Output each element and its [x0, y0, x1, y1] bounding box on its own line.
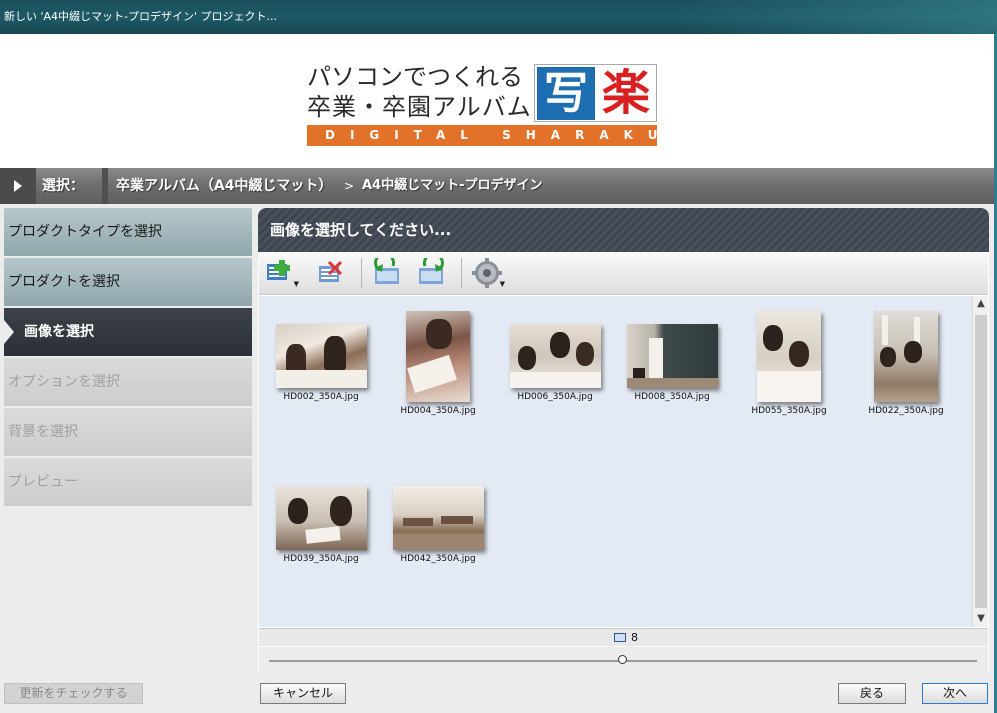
play-arrow-icon: [14, 180, 22, 192]
logo-mark-left: 写: [537, 67, 595, 120]
image-preview: [874, 311, 938, 402]
toolbar-separator: [361, 258, 362, 288]
scroll-down-icon[interactable]: ▼: [973, 611, 989, 627]
image-thumbnail[interactable]: HD006_350A.jpg: [500, 324, 610, 402]
remove-image-icon: [319, 260, 343, 282]
image-grid-scrollbar[interactable]: ▲ ▼: [972, 296, 988, 627]
image-preview: [509, 324, 601, 388]
rotate-right-icon: [419, 252, 444, 284]
header-banner: パソコンでつくれる 卒業・卒園アルバム 写 楽 DIGITAL SHARAKU: [0, 34, 994, 168]
rotate-right-button[interactable]: [415, 252, 449, 288]
breadcrumb-toggle[interactable]: [0, 168, 36, 204]
step-label: 背景を選択: [8, 424, 78, 440]
step-product[interactable]: プロダクトを選択: [4, 258, 252, 306]
image-preview: [757, 311, 821, 402]
window-title-bar[interactable]: 新しい 'A4中綴じマット-プロデザイン' プロジェクト...: [0, 0, 997, 34]
rotate-left-icon: [374, 252, 399, 284]
remove-image-button[interactable]: [315, 258, 349, 288]
image-filename: HD055_350A.jpg: [751, 406, 827, 416]
image-thumbnail[interactable]: HD004_350A.jpg: [383, 311, 493, 416]
step-label: 画像を選択: [24, 324, 94, 340]
step-label: オプションを選択: [8, 374, 120, 390]
image-count-icon: [614, 633, 626, 642]
step-sidebar: プロダクトタイプを選択 プロダクトを選択 画像を選択 オプションを選択 背景を選…: [4, 208, 252, 508]
next-button[interactable]: 次へ: [922, 683, 988, 704]
zoom-slider-knob[interactable]: [618, 655, 627, 664]
logo-mark-right: 楽: [601, 65, 650, 121]
toolbar-separator: [461, 258, 462, 288]
image-filename: HD042_350A.jpg: [400, 554, 476, 564]
image-preview: [392, 486, 484, 550]
image-filename: HD006_350A.jpg: [517, 392, 593, 402]
image-preview: [275, 486, 367, 550]
logo-line2: 卒業・卒園アルバム: [307, 93, 532, 121]
breadcrumb-item-design: A4中綴じマット-プロデザイン: [362, 178, 543, 193]
image-thumbnail[interactable]: HD039_350A.jpg: [266, 486, 376, 564]
step-label: プレビュー: [8, 474, 78, 490]
image-thumbnail[interactable]: HD042_350A.jpg: [383, 486, 493, 564]
step-images[interactable]: 画像を選択: [4, 308, 252, 356]
step-background: 背景を選択: [4, 408, 252, 456]
back-button[interactable]: 戻る: [838, 683, 906, 704]
breadcrumb: 選択： 卒業アルバム（A4中綴じマット） > A4中綴じマット-プロデザイン: [0, 168, 994, 204]
panel-title: 画像を選択してください...: [258, 208, 989, 252]
logo-text: パソコンでつくれる 卒業・卒園アルバム: [307, 62, 532, 122]
image-filename: HD004_350A.jpg: [400, 406, 476, 416]
image-thumbnail[interactable]: HD002_350A.jpg: [266, 324, 376, 402]
scrollbar-thumb[interactable]: [975, 315, 987, 608]
logo-line1: パソコンでつくれる: [307, 63, 523, 91]
scroll-up-icon[interactable]: ▲: [973, 296, 989, 312]
add-images-button[interactable]: ▼: [265, 258, 299, 288]
image-thumbnail[interactable]: HD022_350A.jpg: [851, 311, 961, 416]
step-product-type[interactable]: プロダクトタイプを選択: [4, 208, 252, 256]
image-thumbnail[interactable]: HD008_350A.jpg: [617, 324, 727, 402]
image-select-panel: 画像を選択してください... ▼ ▼ HD002_350A.jpg HD004_…: [258, 208, 989, 674]
image-count-bar: 8: [259, 628, 988, 646]
image-preview: [406, 311, 470, 402]
image-filename: HD008_350A.jpg: [634, 392, 710, 402]
check-update-button: 更新をチェックする: [4, 683, 143, 704]
step-label: プロダクトタイプを選択: [8, 224, 162, 240]
zoom-slider-bar: [259, 647, 988, 674]
step-preview: プレビュー: [4, 458, 252, 506]
image-toolbar: ▼ ▼: [259, 252, 988, 295]
logo-stripe: DIGITAL SHARAKU: [307, 125, 657, 146]
cancel-button[interactable]: キャンセル: [260, 683, 346, 704]
breadcrumb-divider: [102, 168, 108, 204]
image-grid: HD002_350A.jpg HD004_350A.jpg HD006_350A…: [259, 296, 972, 627]
image-thumbnail[interactable]: HD055_350A.jpg: [734, 311, 844, 416]
image-filename: HD022_350A.jpg: [868, 406, 944, 416]
image-count: 8: [631, 631, 638, 644]
image-filename: HD002_350A.jpg: [283, 392, 359, 402]
image-filename: HD039_350A.jpg: [283, 554, 359, 564]
breadcrumb-separator: >: [344, 179, 355, 193]
window-title: 新しい 'A4中綴じマット-プロデザイン' プロジェクト...: [4, 10, 278, 23]
image-preview: [626, 324, 718, 388]
rotate-left-button[interactable]: [371, 252, 405, 288]
logo-mark: 写 楽: [534, 64, 657, 122]
image-preview: [275, 324, 367, 388]
breadcrumb-item-product: 卒業アルバム（A4中綴じマット）: [116, 178, 333, 194]
settings-button[interactable]: ▼: [471, 258, 505, 288]
dropdown-caret-icon: ▼: [499, 280, 505, 288]
dropdown-caret-icon: ▼: [293, 280, 299, 288]
step-options: オプションを選択: [4, 358, 252, 406]
step-label: プロダクトを選択: [8, 274, 120, 290]
breadcrumb-label: 選択：: [42, 178, 84, 194]
